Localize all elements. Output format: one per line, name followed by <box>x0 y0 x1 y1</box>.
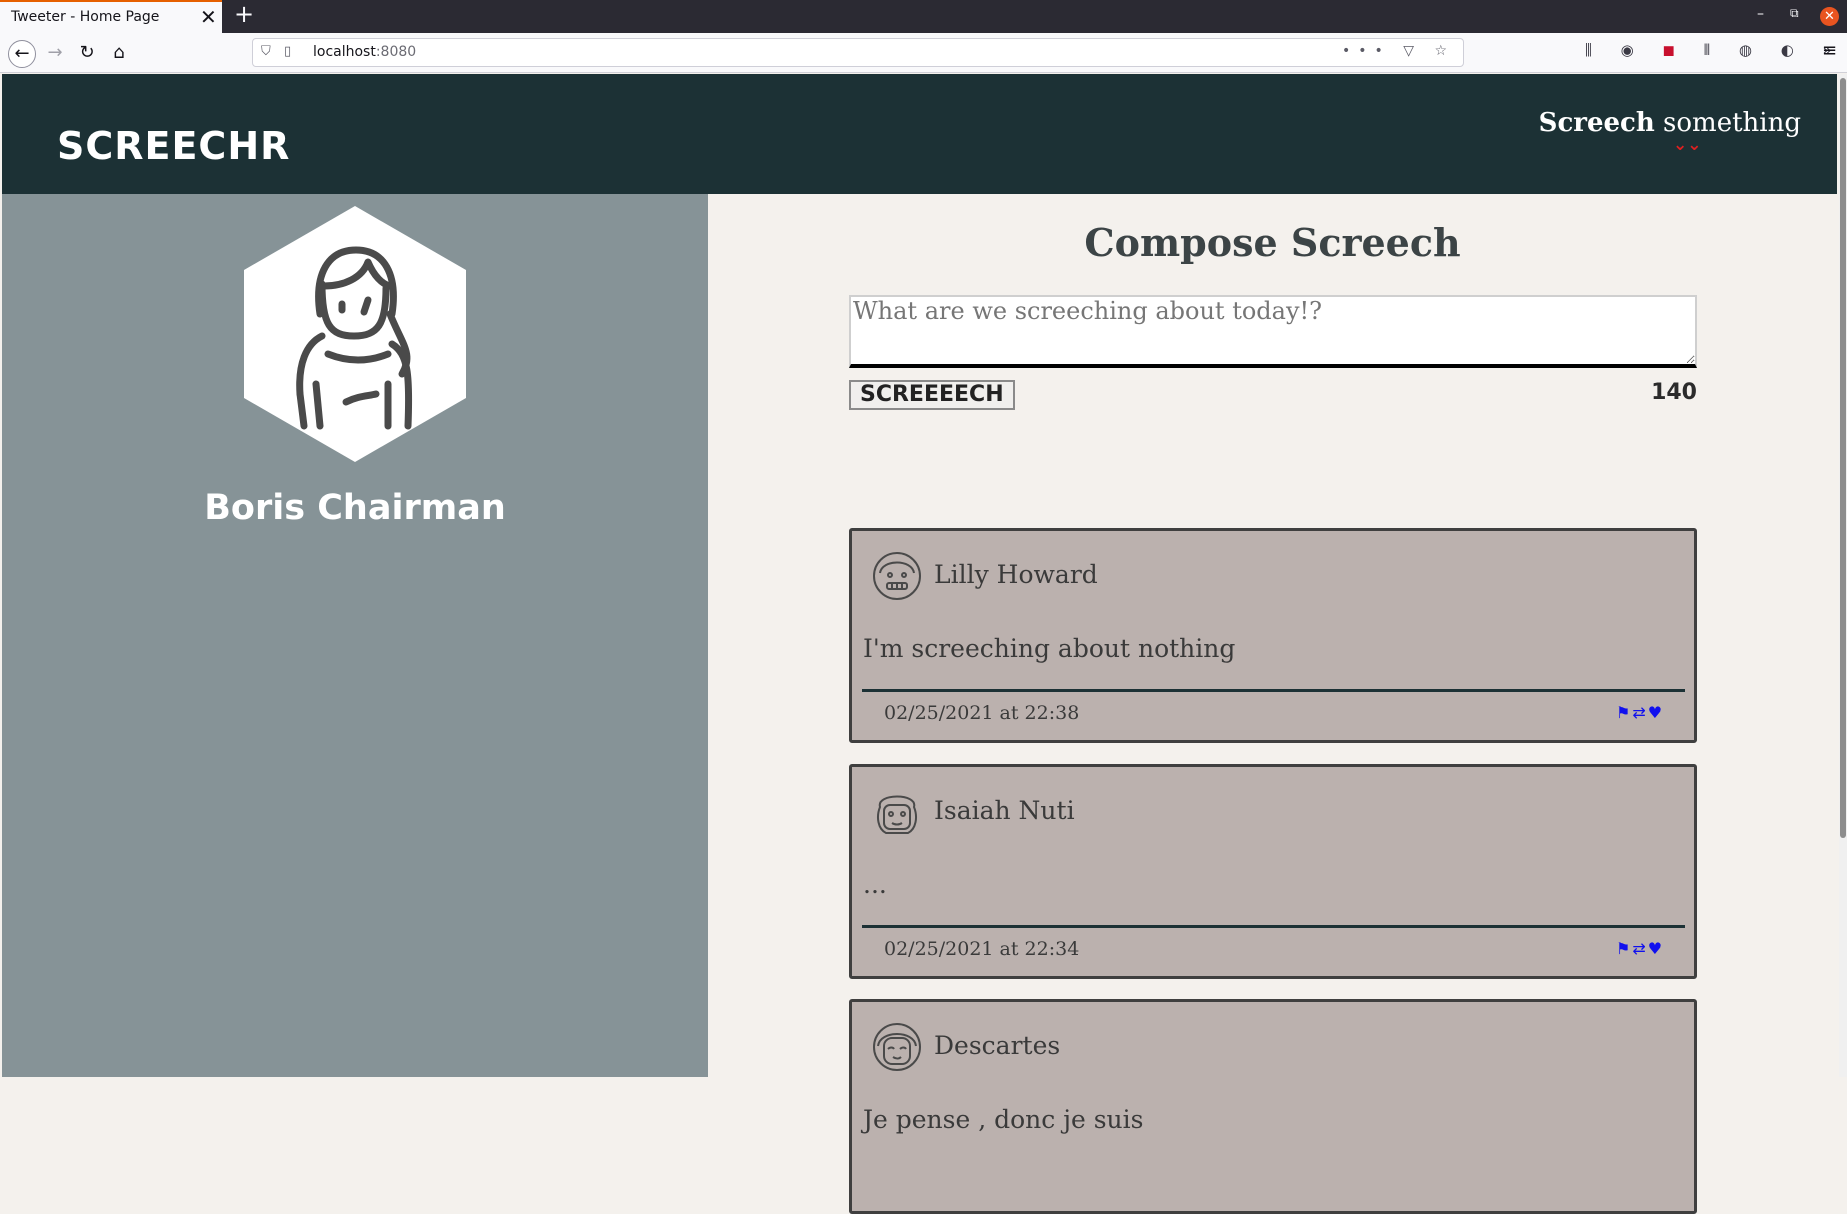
new-tab-button[interactable]: + <box>234 0 254 28</box>
tab-close-icon[interactable]: ✕ <box>200 5 217 29</box>
hamburger-menu-icon[interactable]: ≡ <box>1822 40 1837 61</box>
screech-text: I'm screeching about nothing <box>863 634 1236 663</box>
heart-icon[interactable]: ♥ <box>1648 939 1662 958</box>
tab-title: Tweeter - Home Page <box>11 9 160 25</box>
compose-input[interactable] <box>849 295 1697 368</box>
chevron-down-icon[interactable]: ⌄⌄ <box>1673 137 1702 154</box>
reload-icon[interactable]: ↻ <box>74 40 100 66</box>
screech-actions: ⚑ ⇄ ♥ <box>1616 939 1664 958</box>
url-actions-icon[interactable]: ••• ▽ ☆ <box>1342 43 1455 59</box>
url-text[interactable]: localhost:8080 <box>313 44 416 60</box>
profile-avatar <box>244 206 466 462</box>
character-counter: 140 <box>1651 380 1697 405</box>
shield-icon[interactable]: ⛉ <box>261 44 271 59</box>
profile-sidebar: Boris Chairman <box>2 194 708 1077</box>
screech-timestamp: 02/25/2021 at 22:34 <box>884 938 1080 960</box>
author-name[interactable]: Isaiah Nuti <box>934 796 1075 825</box>
home-icon[interactable]: ⌂ <box>106 40 132 66</box>
author-avatar-icon <box>877 795 917 834</box>
screech-card: Isaiah Nuti ... 02/25/2021 at 22:34 ⚑ ⇄ ♥ <box>849 764 1697 979</box>
compose-title: Compose Screech <box>1084 220 1461 265</box>
toolbar-extension-icons[interactable]: ⫼ ◉ ◼ ⫴ ◍ ◐ » <box>1585 41 1844 59</box>
screech-timestamp: 02/25/2021 at 22:38 <box>884 702 1080 724</box>
rescreech-icon[interactable]: ⇄ <box>1632 703 1645 722</box>
card-divider <box>862 689 1685 692</box>
heart-icon[interactable]: ♥ <box>1648 703 1662 722</box>
site-logo[interactable]: SCREECHR <box>57 124 290 168</box>
author-avatar-icon <box>873 552 921 600</box>
scrollbar-thumb[interactable] <box>1840 78 1846 838</box>
back-arrow-icon[interactable]: ← <box>8 40 36 68</box>
ublock-icon: ◼ <box>1662 41 1687 59</box>
browser-tabbar: Tweeter - Home Page ✕ + – ⧉ ✕ <box>0 0 1847 33</box>
screech-actions: ⚑ ⇄ ♥ <box>1616 703 1664 722</box>
rescreech-icon[interactable]: ⇄ <box>1632 939 1645 958</box>
screech-something-link[interactable]: Screech something <box>1539 108 1801 138</box>
window-minimize-button[interactable]: – <box>1757 6 1764 22</box>
author-name[interactable]: Descartes <box>934 1031 1060 1060</box>
main-feed: Compose Screech SCREEEECH 140 Lilly Howa… <box>708 194 1837 1214</box>
browser-navbar: ← → ↻ ⌂ ⛉ ▯ localhost:8080 ••• ▽ ☆ ⫼ ◉ ◼… <box>0 33 1847 73</box>
author-name[interactable]: Lilly Howard <box>934 560 1098 589</box>
user-avatar-icon <box>296 246 413 430</box>
author-avatar-icon <box>873 1023 921 1071</box>
screech-card: Descartes Je pense , donc je suis <box>849 999 1697 1214</box>
forward-arrow-icon[interactable]: → <box>42 40 68 66</box>
flag-icon[interactable]: ⚑ <box>1616 939 1630 958</box>
browser-tab[interactable]: Tweeter - Home Page ✕ <box>0 0 222 33</box>
page: SCREECHR Screech something ⌄⌄ Boris Chai <box>2 74 1837 1214</box>
screech-card: Lilly Howard I'm screeching about nothin… <box>849 528 1697 743</box>
flag-icon[interactable]: ⚑ <box>1616 703 1630 722</box>
site-header: SCREECHR Screech something ⌄⌄ <box>2 74 1837 194</box>
screech-text: ... <box>863 870 887 899</box>
page-scrollbar[interactable] <box>1839 74 1847 1077</box>
url-bar[interactable]: ⛉ ▯ localhost:8080 ••• ▽ ☆ <box>252 38 1464 67</box>
window-close-button[interactable]: ✕ <box>1820 7 1839 26</box>
page-icon: ▯ <box>284 44 292 59</box>
screech-text: Je pense , donc je suis <box>863 1105 1144 1134</box>
profile-username: Boris Chairman <box>204 488 506 528</box>
card-divider <box>862 925 1685 928</box>
screech-submit-button[interactable]: SCREEEECH <box>849 380 1015 410</box>
window-maximize-button[interactable]: ⧉ <box>1790 6 1799 21</box>
